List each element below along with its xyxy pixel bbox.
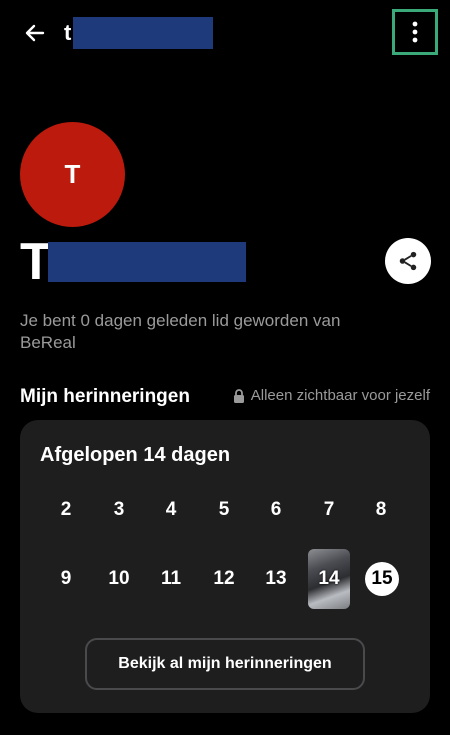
day-12[interactable]: 12 <box>201 556 247 602</box>
lock-icon <box>233 388 244 403</box>
header-username: t <box>64 20 72 45</box>
avatar: T <box>20 122 125 227</box>
member-since-text: Je bent 0 dagen geleden lid geworden van… <box>20 311 341 352</box>
day-10[interactable]: 10 <box>96 556 142 602</box>
redacted-name-block <box>48 242 246 282</box>
day-13[interactable]: 13 <box>253 556 299 602</box>
avatar-initial: T <box>64 159 81 189</box>
day-15-today[interactable]: 15 <box>365 562 399 596</box>
privacy-note: Alleen zichtbaar voor jezelf <box>233 387 430 404</box>
redacted-username-block <box>73 17 213 49</box>
arrow-left-icon <box>25 24 45 42</box>
day-5[interactable]: 5 <box>201 487 247 533</box>
day-9[interactable]: 9 <box>43 556 89 602</box>
card-title: Afgelopen 14 dagen <box>40 444 231 466</box>
share-icon <box>399 251 417 271</box>
more-options-button[interactable] <box>392 9 438 55</box>
day-11[interactable]: 11 <box>148 556 194 602</box>
profile-name: T <box>20 233 52 291</box>
day-2[interactable]: 2 <box>43 487 89 533</box>
view-all-label: Bekijk al mijn herinneringen <box>118 655 332 672</box>
memories-title: Mijn herinneringen <box>20 386 190 407</box>
day-7[interactable]: 7 <box>306 487 352 533</box>
memories-card: Afgelopen 14 dagen 2 3 4 5 6 7 8 9 10 11… <box>20 420 430 713</box>
share-button[interactable] <box>385 238 431 284</box>
day-4[interactable]: 4 <box>148 487 194 533</box>
day-14-memory-thumbnail[interactable]: 14 <box>308 549 350 609</box>
view-all-memories-button[interactable]: Bekijk al mijn herinneringen <box>85 638 365 690</box>
day-6[interactable]: 6 <box>253 487 299 533</box>
back-button[interactable] <box>18 16 52 50</box>
vertical-dots-icon <box>412 21 418 43</box>
day-3[interactable]: 3 <box>96 487 142 533</box>
privacy-label: Alleen zichtbaar voor jezelf <box>250 387 430 404</box>
profile-screen: t T T Je bent 0 dagen geleden lid geword… <box>0 0 450 735</box>
day-8[interactable]: 8 <box>358 487 404 533</box>
